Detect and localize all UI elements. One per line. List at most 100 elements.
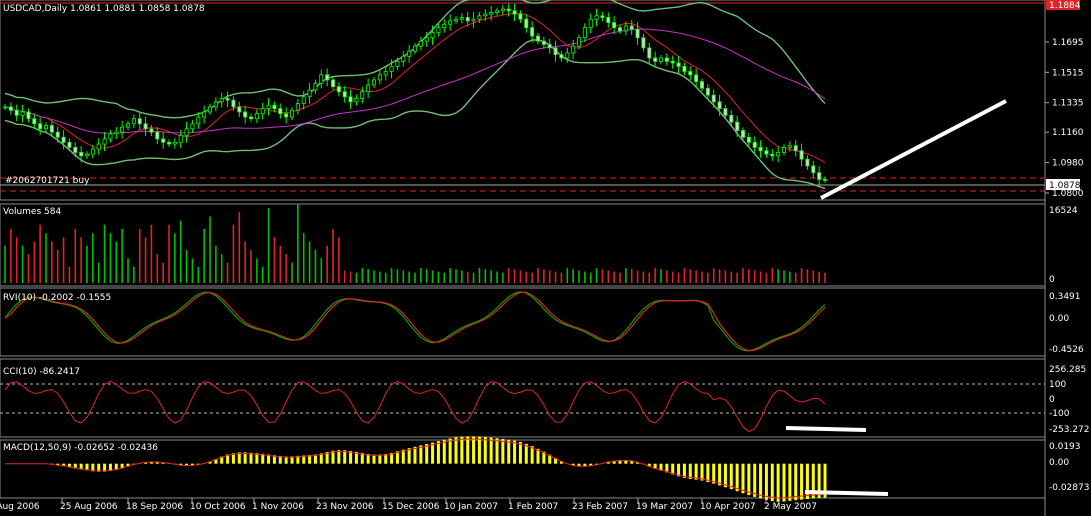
- candle-body: [512, 10, 517, 15]
- candle-body: [126, 123, 131, 128]
- candle-body: [465, 17, 470, 22]
- rvi-panel-title: RVI(10) -0.2002 -0.1555: [3, 293, 111, 303]
- candle-body: [401, 55, 406, 62]
- candle-body: [3, 106, 8, 109]
- candle-body: [313, 82, 318, 91]
- macd-tick-max: 0.0193: [1049, 442, 1081, 452]
- candle-body: [137, 118, 142, 125]
- candle-body: [688, 71, 693, 76]
- cci-tick-100: 100: [1049, 380, 1066, 390]
- candle-body: [471, 18, 476, 22]
- candle-body: [383, 71, 388, 76]
- candle-body: [418, 40, 423, 47]
- candle-body: [741, 130, 746, 138]
- candle-body: [178, 135, 183, 143]
- candle-body: [506, 8, 511, 12]
- candle-body: [289, 109, 294, 118]
- candle-body: [307, 89, 312, 98]
- candle-body: [371, 79, 376, 86]
- candle-body: [623, 25, 628, 32]
- x-tick-label: 10 Jan 2007: [444, 502, 498, 512]
- candle-body: [659, 57, 664, 62]
- candle-body: [612, 22, 617, 29]
- candle-body: [96, 143, 101, 150]
- cci-panel-title: CCI(10) -86.2417: [3, 367, 80, 377]
- price-tick-label: 1.0980: [1052, 159, 1084, 169]
- candle-body: [272, 104, 277, 109]
- candle-body: [231, 99, 236, 108]
- candle-body: [459, 17, 464, 20]
- candle-body: [489, 12, 494, 15]
- candle-body: [161, 138, 166, 143]
- candle-body: [705, 87, 710, 96]
- candle-body: [494, 10, 499, 13]
- candle-body: [600, 15, 605, 18]
- candle-body: [44, 125, 49, 130]
- candle-body: [301, 96, 306, 104]
- candle-body: [424, 37, 429, 42]
- candle-body: [389, 66, 394, 72]
- candle-body: [184, 128, 189, 136]
- candle-body: [477, 15, 482, 20]
- candle-body: [618, 27, 623, 32]
- candle-body: [295, 103, 300, 111]
- x-tick-label: 10 Apr 2007: [700, 502, 756, 512]
- price-panel-title: USDCAD,Daily 1.0861 1.0881 1.0858 1.0878: [3, 4, 205, 14]
- candle-body: [49, 125, 54, 133]
- x-tick-label: 2 May 2007: [764, 502, 817, 512]
- macd-tick-min: -0.02873: [1049, 483, 1089, 493]
- candle-body: [594, 15, 599, 20]
- candle-body: [629, 25, 634, 30]
- candle-body: [799, 150, 804, 160]
- candle-body: [20, 111, 25, 116]
- candle-body: [641, 37, 646, 49]
- candle-body: [207, 106, 212, 113]
- candle-body: [14, 109, 19, 116]
- candle-body: [483, 13, 488, 17]
- candle-body: [155, 131, 160, 140]
- candle-body: [55, 131, 60, 138]
- macd-panel-title: MACD(12,50,9) -0.02652 -0.02436: [3, 443, 158, 453]
- candle-body: [26, 111, 31, 120]
- candle-body: [348, 96, 353, 103]
- x-tick-label: 1 Feb 2007: [508, 502, 558, 512]
- candle-body: [776, 152, 781, 157]
- cci-annotation-line[interactable]: [785, 426, 867, 432]
- candle-body: [530, 27, 535, 37]
- candle-body: [547, 44, 552, 49]
- candle-body: [32, 118, 37, 125]
- candle-body: [395, 60, 400, 67]
- candle-body: [782, 146, 787, 153]
- candle-body: [319, 74, 324, 84]
- candle-body: [360, 91, 365, 99]
- candle-body: [202, 111, 207, 118]
- candle-body: [541, 40, 546, 45]
- candle-body: [758, 146, 763, 152]
- candle-body: [717, 101, 722, 109]
- x-tick-label: 10 Oct 2006: [190, 502, 246, 512]
- candle-body: [90, 148, 95, 155]
- candle-body: [108, 133, 113, 140]
- candle-body: [811, 165, 816, 174]
- candle-body: [325, 74, 330, 81]
- candle-body: [682, 66, 687, 72]
- candle-body: [664, 57, 669, 62]
- candle-body: [131, 118, 136, 125]
- candle-body: [377, 74, 382, 81]
- x-tick-label: 23 Feb 2007: [572, 502, 628, 512]
- candle-body: [284, 113, 289, 118]
- candle-body: [453, 18, 458, 22]
- candle-body: [114, 131, 119, 135]
- candle-body: [79, 152, 84, 157]
- x-tick-label: 23 Nov 2006: [316, 502, 374, 512]
- chart-background: [0, 0, 1091, 516]
- rvi-tick-max: 0.3491: [1049, 292, 1081, 302]
- candle-body: [817, 172, 822, 180]
- x-tick-label: 25 Aug 2006: [60, 502, 118, 512]
- macd-annotation-line[interactable]: [804, 490, 889, 496]
- candle-body: [67, 141, 72, 148]
- candle-body: [166, 141, 171, 145]
- candle-body: [793, 145, 798, 152]
- candle-body: [805, 158, 810, 167]
- candle-body: [577, 37, 582, 47]
